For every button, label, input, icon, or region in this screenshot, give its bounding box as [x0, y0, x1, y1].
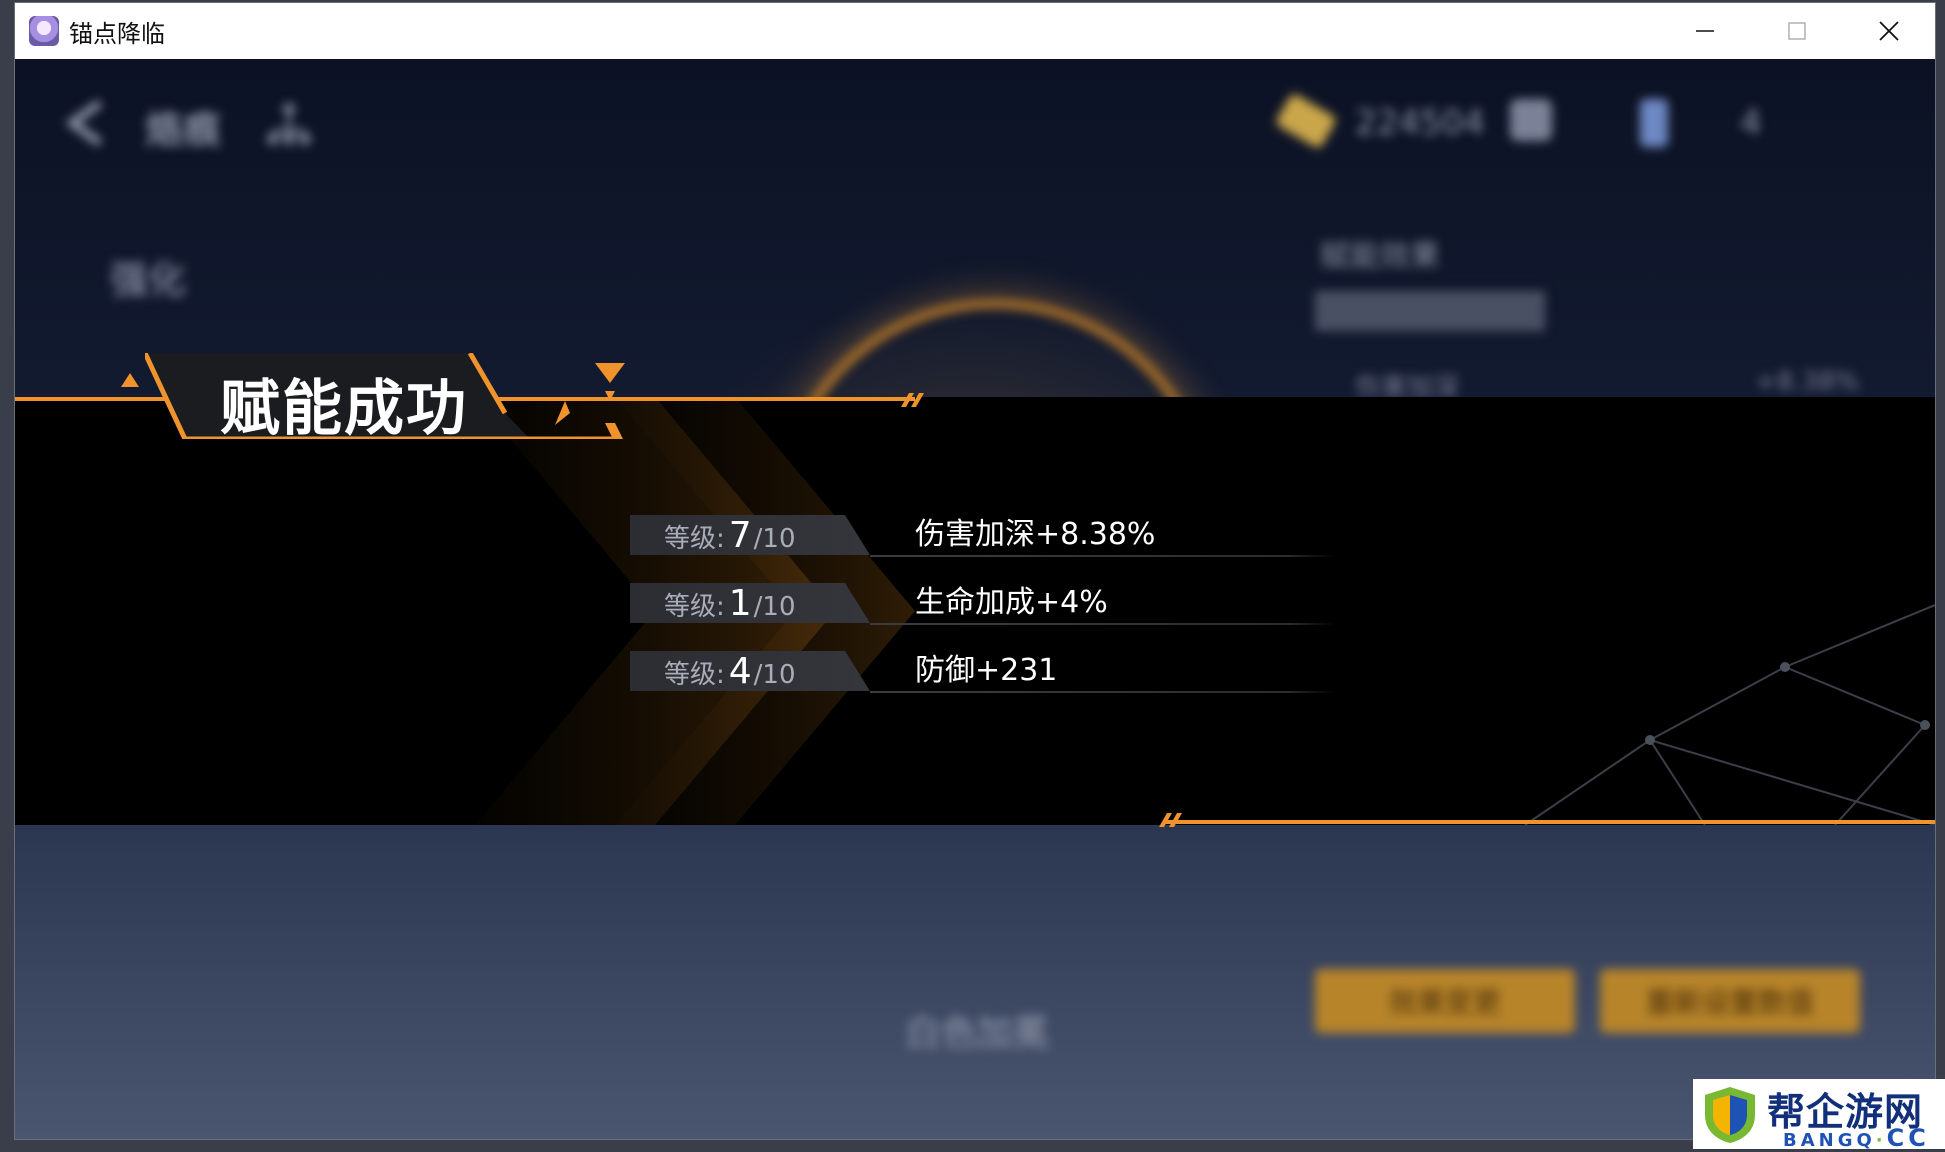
attribute-list: 等级: 7 /10 伤害加深+8.38% 等级: 1 /10 生命加成+4% 等…	[630, 515, 1350, 719]
level-badge: 等级: 4 /10	[630, 651, 870, 691]
panel-title: 赋能效果	[1320, 239, 1440, 274]
close-button[interactable]	[1843, 3, 1935, 59]
level-badge: 等级: 7 /10	[630, 515, 870, 555]
add-currency-icon[interactable]	[1510, 99, 1552, 141]
potion-icon	[1640, 99, 1668, 147]
minimize-icon	[1696, 30, 1714, 32]
back-arrow-icon[interactable]	[60, 97, 112, 149]
maximize-icon	[1788, 22, 1806, 40]
level-max: /10	[753, 660, 796, 690]
currency-amount: 224504	[1355, 103, 1485, 143]
currency-icon	[1274, 92, 1338, 150]
banner-bottom-line	[1165, 820, 1935, 824]
level-prefix: 等级:	[664, 592, 725, 622]
effect-text: 防御+231	[915, 653, 1058, 688]
level-current: 7	[728, 515, 752, 556]
level-badge: 等级: 1 /10	[630, 583, 870, 623]
change-effect-button[interactable]: 效果变更	[1315, 969, 1575, 1033]
potion-count: 4	[1740, 103, 1762, 143]
triangle-mark-icon	[121, 373, 139, 387]
level-current: 4	[728, 651, 752, 692]
row-divider	[870, 555, 1335, 557]
level-prefix: 等级:	[664, 660, 725, 690]
enhance-tab[interactable]: 强化	[110, 249, 186, 304]
row-divider	[870, 691, 1335, 693]
stripe-mark-top	[901, 393, 924, 407]
reset-values-button[interactable]: 重新设置数值	[1600, 969, 1860, 1033]
app-avatar-icon	[29, 16, 59, 46]
level-max: /10	[753, 524, 796, 554]
level-prefix: 等级:	[664, 524, 725, 554]
maximize-button[interactable]	[1751, 3, 1843, 59]
nav-title: 烙痕	[145, 108, 222, 152]
close-icon	[1879, 21, 1899, 41]
stripe-mark-bottom	[1159, 813, 1182, 827]
attribute-row: 等级: 4 /10 防御+231	[630, 651, 1350, 719]
shield-logo-icon	[1705, 1087, 1755, 1143]
item-name-label: 白色加冕	[905, 1013, 1050, 1054]
attribute-row: 等级: 7 /10 伤害加深+8.38%	[630, 515, 1350, 583]
minimize-button[interactable]	[1659, 3, 1751, 59]
level-max: /10	[753, 592, 796, 622]
panel-level-bar	[1315, 291, 1545, 331]
title-bar[interactable]: 锚点降临	[15, 3, 1935, 59]
row-divider	[870, 623, 1335, 625]
site-watermark: 帮企游网 BANGQ·CC	[1693, 1079, 1945, 1152]
tree-icon[interactable]	[265, 101, 313, 149]
network-decoration	[1524, 604, 1935, 825]
effect-text: 生命加成+4%	[915, 585, 1108, 620]
panel-row-value: +8.38%	[1755, 367, 1860, 397]
success-title: 赋能成功	[220, 374, 468, 444]
attribute-row: 等级: 1 /10 生命加成+4%	[630, 583, 1350, 651]
window-title: 锚点降临	[69, 19, 165, 48]
watermark-subtitle: BANGQ·CC	[1783, 1124, 1930, 1152]
level-current: 1	[728, 583, 752, 624]
game-window: 锚点降临 烙痕 224504 4 强化 赋能效果 伤害加深 +8.38% 白色加…	[14, 2, 1936, 1140]
effect-text: 伤害加深+8.38%	[915, 517, 1156, 552]
